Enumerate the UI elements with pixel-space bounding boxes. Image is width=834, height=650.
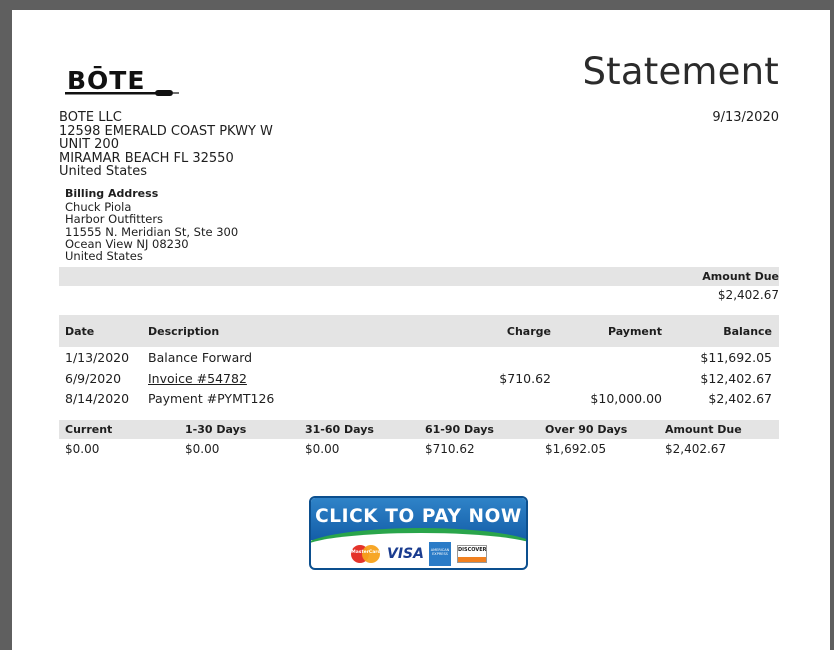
billing-company: Harbor Outfitters (65, 212, 164, 227)
mastercard-icon: MasterCard (351, 544, 381, 564)
billing-address-label: Billing Address (65, 187, 159, 200)
aging-header-current: Current (65, 423, 113, 436)
aging-value-31-60: $0.00 (305, 442, 340, 456)
billing-street: 11555 N. Meridian St, Ste 300 (65, 224, 239, 239)
column-header-payment: Payment (607, 325, 662, 338)
row-2-balance: $12,402.67 (700, 371, 772, 386)
billing-address: Billing Address Chuck Piola Harbor Outfi… (65, 187, 239, 264)
column-header-balance: Balance (723, 325, 772, 338)
row-1-description: Balance Forward (148, 350, 253, 365)
column-header-charge: Charge (506, 325, 551, 338)
aging-value-amount-due: $2,402.67 (665, 442, 727, 456)
pay-now-label: CLICK TO PAY NOW (315, 506, 522, 527)
amount-due-header-bar (59, 267, 779, 286)
amount-due-label: Amount Due (702, 270, 779, 283)
aging-header-over-90: Over 90 Days (545, 423, 628, 436)
row-3-payment: $10,000.00 (590, 391, 662, 406)
aging-header-1-30: 1-30 Days (185, 423, 247, 436)
column-header-date: Date (65, 325, 95, 338)
aging-header-amount-due: Amount Due (665, 423, 742, 436)
row-1-balance: $11,692.05 (700, 350, 772, 365)
statement-page: BŌTE Statement 9/13/2020 BOTE LLC 12598 … (12, 10, 830, 650)
row-3-balance: $2,402.67 (708, 391, 772, 406)
company-address-line2: UNIT 200 (59, 137, 119, 153)
aging-value-1-30: $0.00 (185, 442, 220, 456)
row-1-date: 1/13/2020 (65, 350, 130, 365)
bote-logo: BŌTE (65, 65, 179, 96)
row-3-date: 8/14/2020 (65, 391, 130, 406)
amount-due-value: $2,402.67 (717, 288, 779, 302)
statement-date: 9/13/2020 (712, 110, 779, 125)
discover-icon: DISCOVER (457, 545, 487, 563)
page-title: Statement (582, 50, 779, 93)
invoice-link[interactable]: Invoice #54782 (148, 371, 247, 386)
column-header-description: Description (148, 325, 220, 338)
svg-text:BŌTE: BŌTE (67, 65, 145, 95)
aging-header-61-90: 61-90 Days (425, 423, 494, 436)
company-address: BOTE LLC 12598 EMERALD COAST PKWY W UNIT… (59, 111, 273, 179)
row-2-date: 6/9/2020 (65, 371, 122, 386)
company-address-line1: 12598 EMERALD COAST PKWY W (59, 123, 273, 139)
company-city-state-zip: MIRAMAR BEACH FL 32550 (59, 150, 234, 166)
aging-value-61-90: $710.62 (425, 442, 475, 456)
company-country: United States (59, 164, 148, 180)
pay-now-button[interactable]: CLICK TO PAY NOW MasterCard VISA AMERICA… (309, 496, 528, 570)
billing-country: United States (65, 249, 143, 264)
visa-icon: VISA (387, 546, 424, 562)
aging-value-current: $0.00 (65, 442, 100, 456)
card-logos: MasterCard VISA AMERICAN EXPRESS DISCOVE… (351, 542, 487, 566)
company-name: BOTE LLC (59, 110, 122, 125)
row-3-description: Payment #PYMT126 (148, 391, 275, 406)
amex-icon: AMERICAN EXPRESS (429, 542, 451, 566)
row-2-charge: $710.62 (499, 371, 551, 386)
aging-header-31-60: 31-60 Days (305, 423, 374, 436)
aging-value-over-90: $1,692.05 (545, 442, 607, 456)
